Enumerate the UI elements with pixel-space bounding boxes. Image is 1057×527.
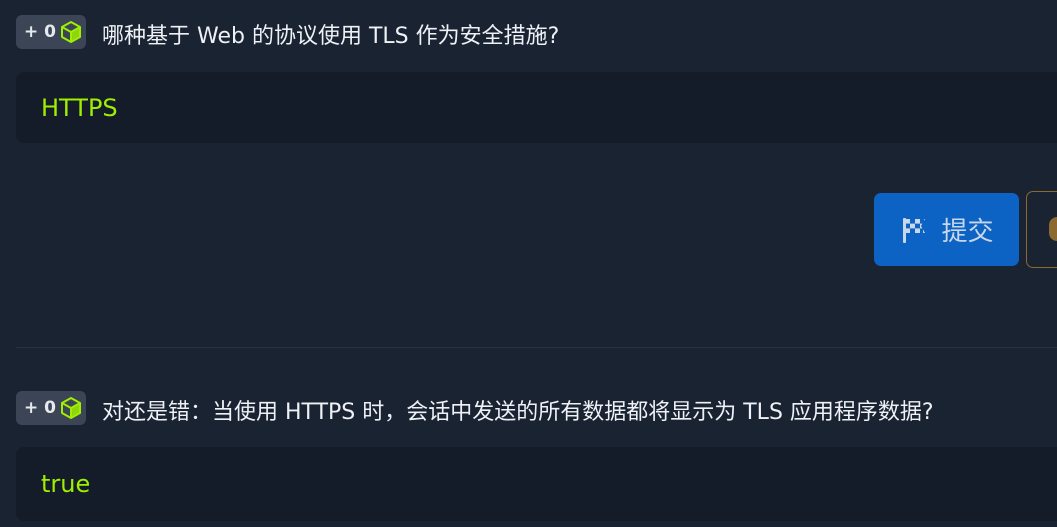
divider [16, 347, 1057, 348]
submit-label: 提交 [941, 217, 994, 247]
points-badge: + 0 [16, 15, 86, 49]
hint-icon [1049, 217, 1057, 241]
cube-icon [61, 21, 81, 43]
answer-field[interactable]: HTTPS [16, 72, 1057, 143]
htb-questions-panel: + 0 哪种基于 Web 的协议使用 TLS 作为安全措施? HTTPS 提交 … [0, 0, 1057, 527]
points-value: + 0 [24, 398, 56, 418]
answer-field[interactable]: true [16, 447, 1057, 521]
cube-icon [61, 397, 81, 419]
hint-button[interactable] [1026, 191, 1057, 268]
question-text: 哪种基于 Web 的协议使用 TLS 作为安全措施? [102, 24, 560, 49]
question-text: 对还是错：当使用 HTTPS 时，会话中发送的所有数据都将显示为 TLS 应用程… [102, 400, 934, 425]
points-badge: + 0 [16, 391, 86, 425]
points-value: + 0 [24, 22, 56, 42]
submit-button[interactable]: 提交 [874, 193, 1019, 266]
answer-value: HTTPS [41, 93, 118, 122]
flag-checkered-icon [903, 217, 926, 243]
answer-value: true [41, 470, 91, 498]
